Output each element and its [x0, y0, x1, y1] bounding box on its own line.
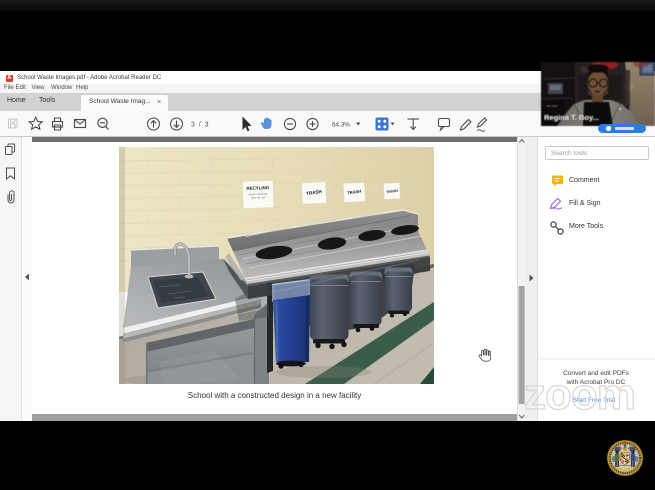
svg-text:RECYLING: RECYLING: [246, 185, 269, 191]
svg-text:64.3%: 64.3%: [332, 121, 350, 128]
svg-text:3 / 3: 3 / 3: [191, 122, 209, 129]
svg-text:Regina T. Boy...: Regina T. Boy...: [544, 113, 599, 122]
